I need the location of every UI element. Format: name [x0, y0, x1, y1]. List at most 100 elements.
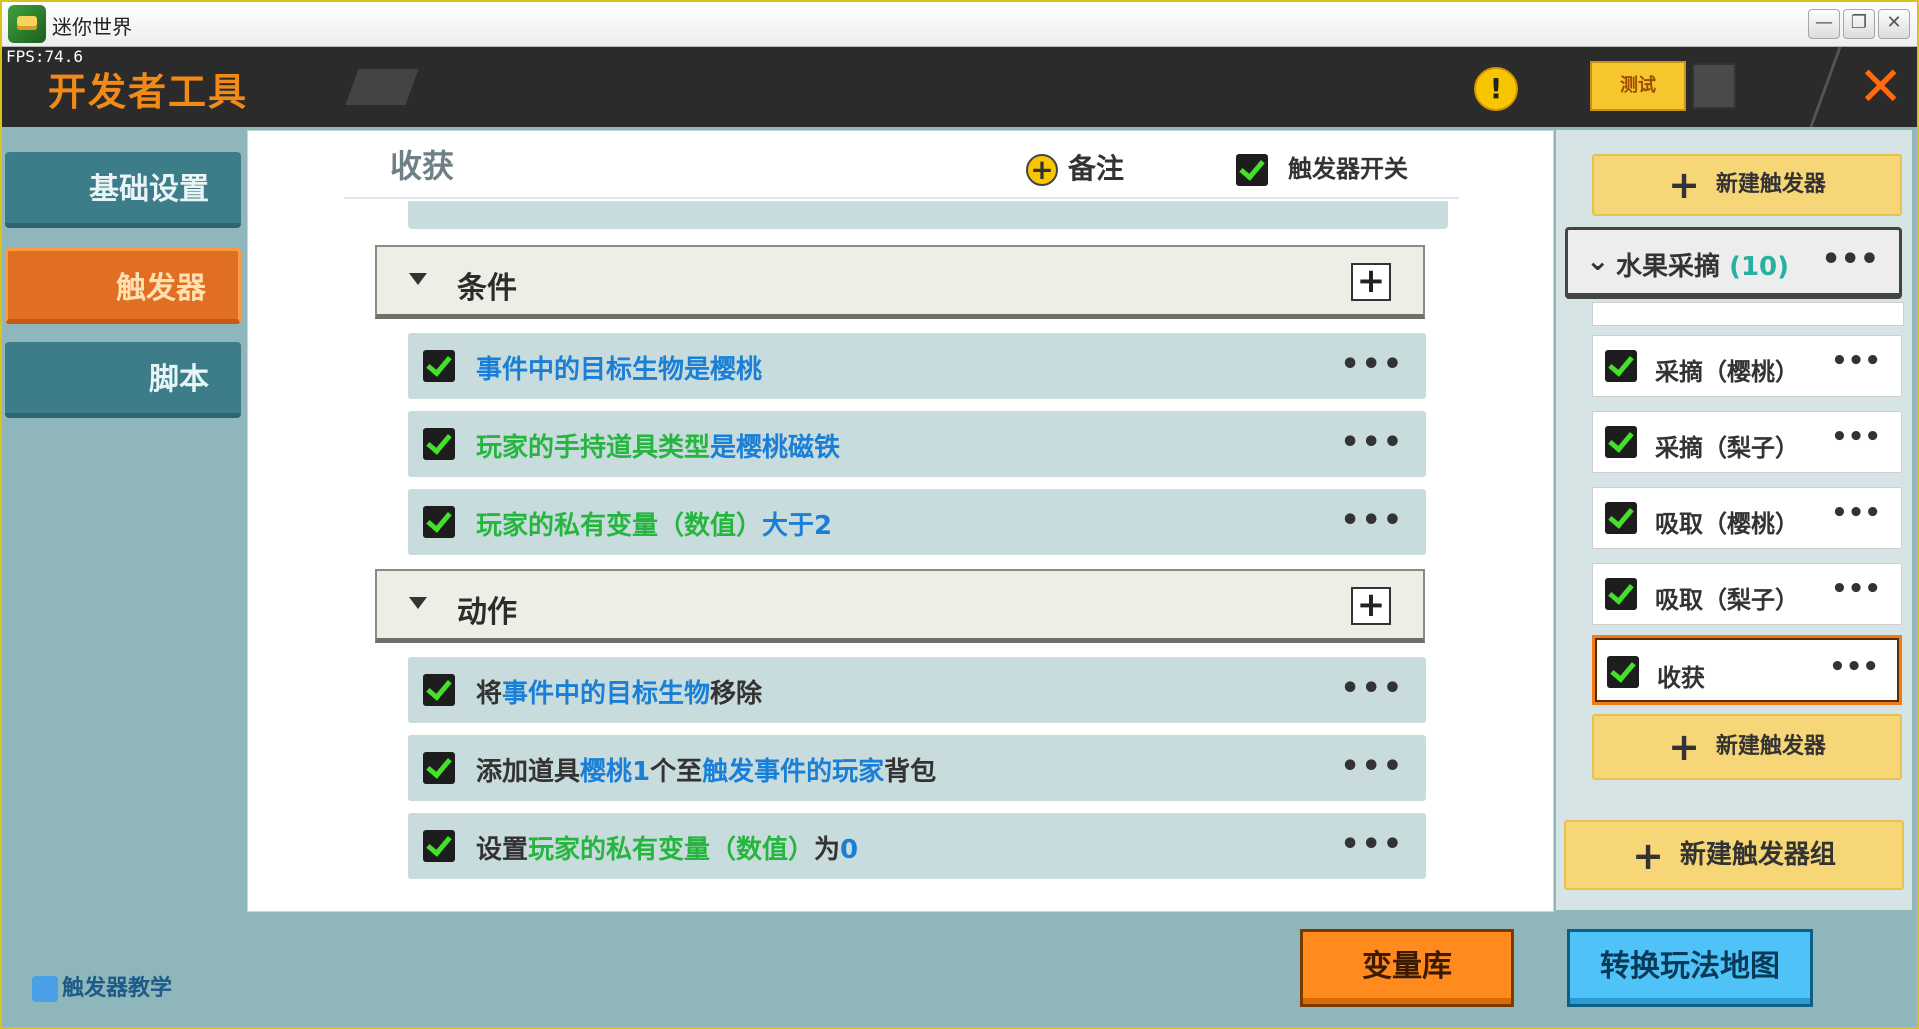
actions-header[interactable]: 动作 + — [375, 569, 1425, 643]
header-divider — [1809, 47, 1842, 127]
action-row[interactable]: 将事件中的目标生物移除 ••• — [408, 657, 1426, 723]
rule-text-segment: 为 — [814, 835, 841, 865]
game-window: 迷你世界 — ❐ ✕ FPS:74.6 开发者工具 ! 测试 ✕ 基础设置 触发… — [0, 0, 1919, 1029]
test-button[interactable]: 测试 — [1590, 61, 1686, 111]
title-divider — [344, 197, 1459, 199]
action-text: 添加道具樱桃1个至触发事件的玩家背包 — [476, 751, 936, 788]
rule-text-segment[interactable]: 事件中的目标生物是樱桃 — [476, 355, 762, 385]
condition-checkbox[interactable] — [423, 428, 455, 460]
add-condition-button[interactable]: + — [1351, 263, 1391, 301]
condition-row[interactable]: 玩家的手持道具类型是樱桃磁铁 ••• — [408, 411, 1426, 477]
rule-text-segment[interactable]: 是 — [710, 433, 736, 463]
condition-checkbox[interactable] — [423, 350, 455, 382]
warning-icon[interactable]: ! — [1474, 67, 1518, 111]
rule-text-segment[interactable]: 2 — [814, 511, 832, 541]
more-options-icon[interactable]: ••• — [1340, 347, 1404, 382]
trigger-item-selected[interactable]: 收获 ••• — [1592, 635, 1902, 705]
more-options-icon[interactable]: ••• — [1831, 574, 1881, 604]
action-row[interactable]: 设置玩家的私有变量（数值）为0 ••• — [408, 813, 1426, 879]
trigger-item[interactable]: 吸取（梨子） ••• — [1592, 563, 1902, 625]
trigger-group-header[interactable]: ⌄ 水果采摘 (10) ••• — [1565, 227, 1902, 299]
window-title-bar: 迷你世界 — ❐ ✕ — [2, 2, 1917, 47]
nav-basic-settings[interactable]: 基础设置 — [5, 152, 241, 228]
page-title: 开发者工具 — [48, 70, 249, 114]
new-trigger-label: 新建触发器 — [1715, 172, 1826, 197]
rule-text-segment[interactable]: 0 — [840, 835, 858, 865]
plus-icon: + — [1668, 725, 1700, 769]
condition-row[interactable]: 事件中的目标生物是樱桃 ••• — [408, 333, 1426, 399]
trigger-item-label: 吸取（梨子） — [1655, 586, 1799, 614]
more-options-icon[interactable]: ••• — [1821, 242, 1879, 277]
more-options-icon[interactable]: ••• — [1340, 749, 1404, 784]
rule-text-segment: 设置 — [476, 835, 529, 865]
trigger-switch[interactable]: 触发器开关 — [1236, 149, 1408, 186]
book-icon — [32, 976, 58, 1002]
minimize-icon[interactable]: — — [1808, 9, 1840, 39]
restore-icon[interactable]: ❐ — [1843, 9, 1875, 39]
action-checkbox[interactable] — [423, 752, 455, 784]
rule-text-segment: 移除 — [710, 679, 763, 709]
trigger-checkbox[interactable] — [1607, 656, 1639, 688]
rule-text-segment[interactable]: 触发事件的玩家 — [702, 757, 884, 787]
more-options-icon[interactable]: ••• — [1831, 346, 1881, 376]
test-toggle[interactable] — [1692, 63, 1736, 109]
trigger-checkbox[interactable] — [1605, 502, 1637, 534]
trigger-item-label: 采摘（梨子） — [1655, 434, 1799, 462]
rule-text-segment[interactable]: 大于 — [762, 511, 814, 541]
trigger-checkbox[interactable] — [1605, 426, 1637, 458]
add-action-button[interactable]: + — [1351, 587, 1391, 625]
action-checkbox[interactable] — [423, 830, 455, 862]
new-trigger-button-top[interactable]: + 新建触发器 — [1592, 154, 1902, 216]
collapse-triangle-icon[interactable] — [409, 597, 427, 609]
rule-text-segment[interactable]: 樱桃磁铁 — [736, 433, 840, 463]
new-trigger-group-button[interactable]: + 新建触发器组 — [1564, 820, 1904, 890]
more-options-icon[interactable]: ••• — [1340, 503, 1404, 538]
window-title: 迷你世界 — [52, 15, 132, 39]
new-trigger-group-label: 新建触发器组 — [1679, 840, 1836, 870]
plus-icon: + — [1632, 833, 1664, 878]
convert-map-button[interactable]: 转换玩法地图 — [1567, 929, 1813, 1007]
nav-scripts[interactable]: 脚本 — [5, 342, 241, 418]
rule-text-segment[interactable]: 玩家的私有变量（数值） — [476, 511, 762, 541]
more-options-icon[interactable]: ••• — [1829, 652, 1879, 682]
nav-triggers[interactable]: 触发器 — [5, 248, 241, 324]
rule-text-segment[interactable]: 樱桃 — [580, 757, 632, 787]
trigger-tutorial-link[interactable]: 触发器教学 — [32, 970, 172, 1002]
trigger-item[interactable]: 采摘（梨子） ••• — [1592, 411, 1902, 473]
chevron-down-icon[interactable]: ⌄ — [1586, 244, 1609, 277]
more-options-icon[interactable]: ••• — [1340, 671, 1404, 706]
window-close-icon[interactable]: ✕ — [1878, 9, 1910, 39]
collapse-triangle-icon[interactable] — [409, 273, 427, 285]
trigger-item-label: 收获 — [1657, 664, 1705, 692]
add-note-button[interactable]: + 备注 — [1026, 147, 1124, 187]
new-trigger-label: 新建触发器 — [1715, 734, 1826, 759]
event-row-partial — [408, 201, 1448, 229]
rule-text-segment: 背包 — [884, 757, 937, 787]
condition-checkbox[interactable] — [423, 506, 455, 538]
trigger-item[interactable]: 吸取（樱桃） ••• — [1592, 487, 1902, 549]
trigger-list-partial-item — [1592, 302, 1904, 326]
close-icon[interactable]: ✕ — [1858, 57, 1903, 117]
condition-row[interactable]: 玩家的私有变量（数值）大于2 ••• — [408, 489, 1426, 555]
group-name-text: 水果采摘 — [1616, 252, 1721, 282]
trigger-switch-checkbox[interactable] — [1236, 154, 1268, 186]
more-options-icon[interactable]: ••• — [1340, 425, 1404, 460]
trigger-checkbox[interactable] — [1605, 578, 1637, 610]
trigger-item-label: 吸取（樱桃） — [1655, 510, 1799, 538]
action-checkbox[interactable] — [423, 674, 455, 706]
more-options-icon[interactable]: ••• — [1831, 422, 1881, 452]
more-options-icon[interactable]: ••• — [1340, 827, 1404, 862]
trigger-group-name: 水果采摘 (10) — [1616, 246, 1789, 283]
rule-text-segment[interactable]: 事件中的目标生物 — [502, 679, 710, 709]
variable-library-button[interactable]: 变量库 — [1300, 929, 1514, 1007]
conditions-header[interactable]: 条件 + — [375, 245, 1425, 319]
app-header: FPS:74.6 开发者工具 ! 测试 ✕ — [2, 47, 1917, 127]
trigger-item[interactable]: 采摘（樱桃） ••• — [1592, 335, 1902, 397]
action-row[interactable]: 添加道具樱桃1个至触发事件的玩家背包 ••• — [408, 735, 1426, 801]
rule-text-segment[interactable]: 玩家的手持道具类型 — [476, 433, 710, 463]
trigger-checkbox[interactable] — [1605, 350, 1637, 382]
new-trigger-button-bottom[interactable]: + 新建触发器 — [1592, 714, 1902, 780]
more-options-icon[interactable]: ••• — [1831, 498, 1881, 528]
rule-text-segment[interactable]: 1 — [632, 757, 650, 787]
rule-text-segment[interactable]: 玩家的私有变量（数值） — [528, 835, 814, 865]
